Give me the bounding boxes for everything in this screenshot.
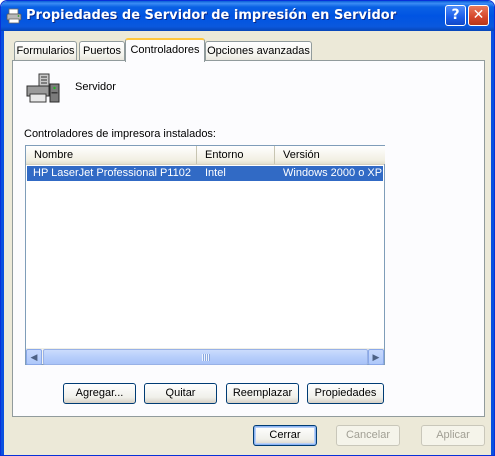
- horizontal-scrollbar[interactable]: ◀ ▶: [26, 348, 384, 365]
- printer-icon: [6, 8, 22, 24]
- driver-environment-cell: Intel: [205, 167, 226, 179]
- help-button[interactable]: ?: [445, 5, 466, 26]
- server-name: Servidor: [75, 81, 116, 93]
- scroll-grip-icon: [202, 354, 210, 361]
- window-border-left: [1, 31, 4, 455]
- column-header-version[interactable]: Versión: [275, 146, 385, 164]
- drivers-list[interactable]: Nombre Entorno Versión HP LaserJet Profe…: [25, 145, 385, 365]
- column-header-entorno[interactable]: Entorno: [197, 146, 275, 164]
- driver-properties-button[interactable]: Propiedades: [307, 383, 384, 404]
- apply-button[interactable]: Aplicar: [421, 425, 485, 446]
- tab-puertos[interactable]: Puertos: [79, 41, 125, 61]
- printer-server-icon: [26, 73, 60, 103]
- scroll-thumb[interactable]: [43, 349, 368, 365]
- properties-window: Propiedades de Servidor de impresión en …: [0, 0, 495, 456]
- close-window-button[interactable]: ✕: [468, 5, 489, 26]
- remove-driver-button[interactable]: Quitar: [144, 383, 217, 404]
- window-title: Propiedades de Servidor de impresión en …: [26, 8, 397, 23]
- title-bar[interactable]: Propiedades de Servidor de impresión en …: [1, 1, 494, 31]
- window-border-right: [491, 31, 494, 455]
- tab-formularios[interactable]: Formularios: [14, 41, 77, 61]
- replace-driver-button[interactable]: Reemplazar: [226, 383, 299, 404]
- installed-drivers-label: Controladores de impresora instalados:: [24, 128, 216, 140]
- scroll-right-button[interactable]: ▶: [368, 349, 384, 365]
- scroll-left-button[interactable]: ◀: [26, 349, 42, 365]
- tab-panel-controladores: Servidor Controladores de impresora inst…: [12, 60, 485, 417]
- table-row[interactable]: HP LaserJet Professional P1102w Intel Wi…: [27, 166, 383, 181]
- close-button[interactable]: Cerrar: [253, 425, 317, 446]
- column-header-nombre[interactable]: Nombre: [26, 146, 197, 164]
- tab-controladores[interactable]: Controladores: [125, 38, 205, 62]
- list-header: Nombre Entorno Versión: [26, 146, 385, 165]
- tab-opciones-avanzadas[interactable]: Opciones avanzadas: [205, 41, 312, 61]
- driver-version-cell: Windows 2000 o XP: [283, 167, 383, 179]
- add-driver-button[interactable]: Agregar...: [63, 383, 136, 404]
- driver-name-cell: HP LaserJet Professional P1102w: [33, 167, 191, 179]
- cancel-button[interactable]: Cancelar: [336, 425, 400, 446]
